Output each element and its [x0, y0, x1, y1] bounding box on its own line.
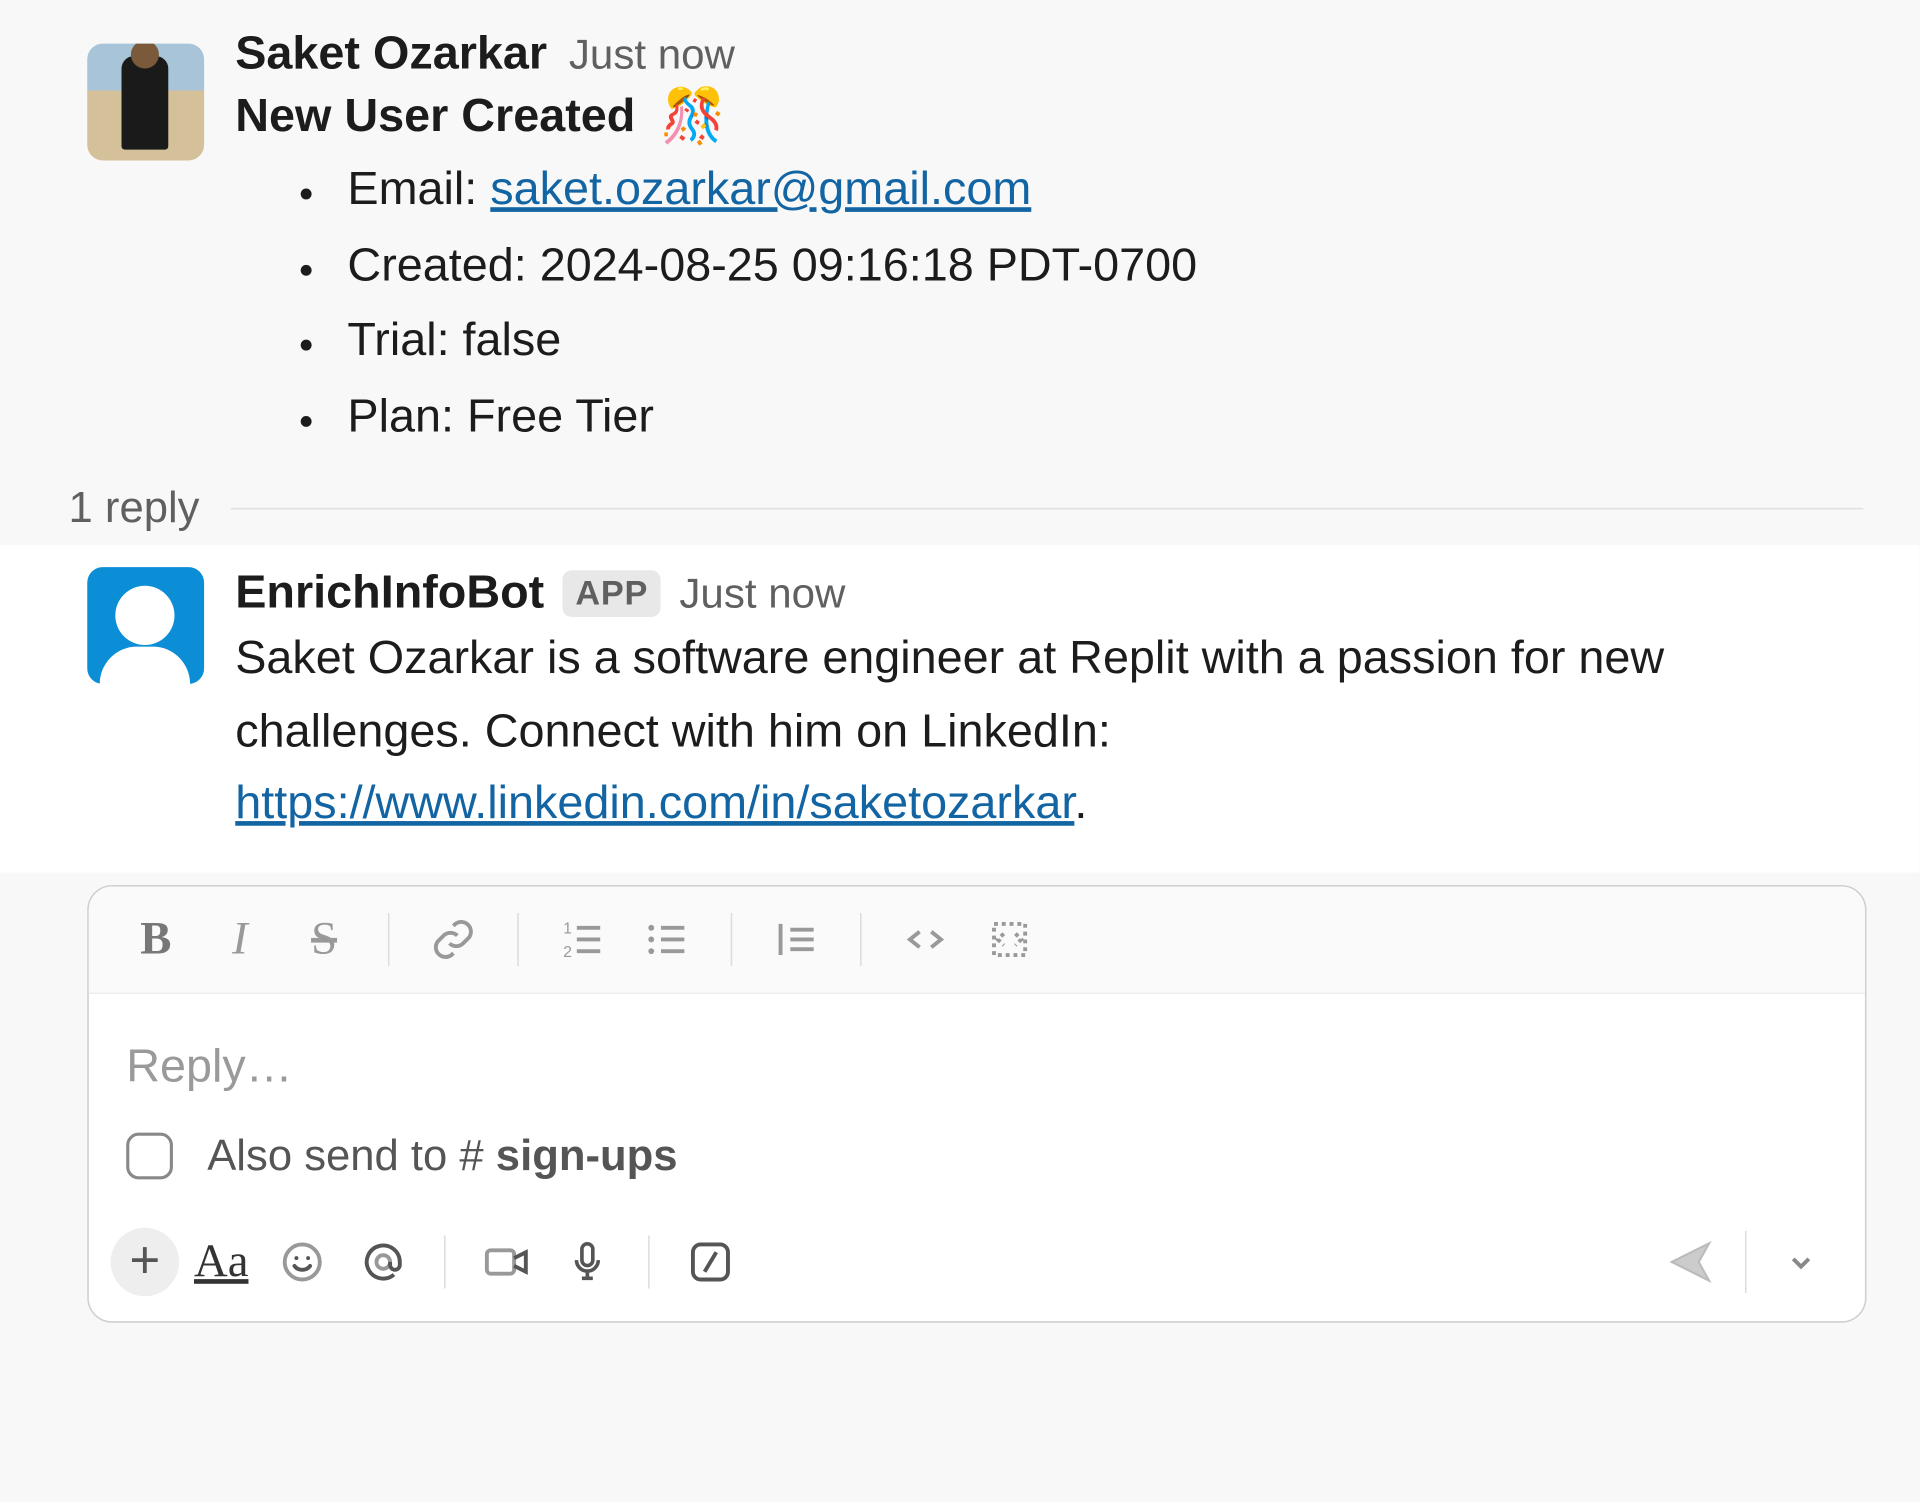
svg-text:1: 1 — [563, 920, 572, 937]
reply-body: Saket Ozarkar is a software engineer at … — [235, 624, 1866, 841]
list-item-trial: Trial: false — [332, 304, 1888, 380]
toolbar-separator — [1745, 1231, 1747, 1293]
blockquote-button[interactable] — [757, 902, 835, 977]
send-icon — [1666, 1237, 1716, 1287]
reply-composer: B I S 12 Repl — [87, 885, 1866, 1323]
bot-name[interactable]: EnrichInfoBot — [235, 568, 544, 621]
app-badge: APP — [563, 571, 661, 618]
video-icon — [480, 1238, 533, 1285]
bullet-list-button[interactable] — [628, 902, 706, 977]
reply-divider: 1 reply — [0, 471, 1919, 546]
reply-text-prefix: Saket Ozarkar is a software engineer at … — [235, 633, 1664, 757]
email-link[interactable]: saket.ozarkar@gmail.com — [490, 164, 1031, 215]
send-options-button[interactable] — [1762, 1224, 1840, 1299]
ordered-list-button[interactable]: 12 — [544, 902, 622, 977]
plan-label: Plan: — [347, 391, 467, 442]
formatting-toolbar: B I S 12 — [89, 886, 1865, 994]
link-button[interactable] — [414, 902, 492, 977]
created-label: Created: — [347, 239, 539, 290]
chevron-down-icon — [1782, 1243, 1819, 1280]
code-block-button[interactable] — [971, 902, 1049, 977]
code-block-icon — [986, 916, 1033, 963]
record-video-button[interactable] — [467, 1224, 545, 1299]
send-button[interactable] — [1651, 1224, 1729, 1299]
formatting-toggle-button[interactable]: Aa — [182, 1224, 260, 1299]
blockquote-icon — [773, 916, 820, 963]
composer-actions-toolbar: + Aa — [89, 1212, 1865, 1321]
slash-box-icon — [687, 1238, 734, 1285]
toolbar-separator — [444, 1235, 446, 1288]
email-label: Email: — [347, 164, 490, 215]
list-item-plan: Plan: Free Tier — [332, 380, 1888, 456]
linkedin-link[interactable]: https://www.linkedin.com/in/saketozarkar — [235, 778, 1074, 829]
bold-button[interactable]: B — [117, 902, 195, 977]
plan-value: Free Tier — [467, 391, 654, 442]
trial-label: Trial: — [347, 315, 462, 366]
also-send-checkbox[interactable] — [126, 1132, 173, 1179]
inline-code-button[interactable] — [887, 902, 965, 977]
message-title: New User Created — [235, 90, 635, 143]
emoji-icon — [279, 1238, 326, 1285]
thread-reply: EnrichInfoBot APP Just now Saket Ozarkar… — [0, 546, 1919, 872]
ordered-list-icon: 12 — [559, 916, 606, 963]
toolbar-separator — [648, 1235, 650, 1288]
plus-icon: + — [129, 1231, 160, 1292]
created-value: 2024-08-25 09:16:18 PDT-0700 — [540, 239, 1197, 290]
original-message: Saket Ozarkar Just now New User Created … — [0, 0, 1919, 471]
reply-timestamp[interactable]: Just now — [679, 570, 845, 618]
code-icon — [902, 916, 949, 963]
author-avatar[interactable] — [87, 44, 204, 161]
bullet-list-icon — [643, 916, 690, 963]
link-icon — [430, 916, 477, 963]
author-name[interactable]: Saket Ozarkar — [235, 28, 547, 81]
emoji-picker-button[interactable] — [263, 1224, 341, 1299]
toolbar-separator — [388, 913, 390, 966]
microphone-icon — [566, 1238, 610, 1285]
record-audio-button[interactable] — [548, 1224, 626, 1299]
mention-button[interactable] — [344, 1224, 422, 1299]
also-send-label[interactable]: Also send to # sign-ups — [207, 1131, 677, 1181]
attach-button[interactable]: + — [111, 1228, 180, 1297]
shortcuts-button[interactable] — [671, 1224, 749, 1299]
toolbar-separator — [731, 913, 733, 966]
list-item-email: Email: saket.ozarkar@gmail.com — [332, 153, 1888, 229]
reply-input[interactable]: Reply… — [89, 994, 1865, 1125]
toolbar-separator — [860, 913, 862, 966]
toolbar-separator — [517, 913, 519, 966]
divider-line — [231, 508, 1864, 510]
strikethrough-button[interactable]: S — [285, 902, 363, 977]
confetti-emoji-icon: 🎊 — [660, 90, 726, 143]
reply-text-suffix: . — [1074, 778, 1087, 829]
list-item-created: Created: 2024-08-25 09:16:18 PDT-0700 — [332, 228, 1888, 304]
message-timestamp[interactable]: Just now — [569, 31, 735, 79]
bot-avatar[interactable] — [87, 568, 204, 685]
trial-value: false — [463, 315, 562, 366]
italic-button[interactable]: I — [201, 902, 279, 977]
svg-text:2: 2 — [563, 944, 572, 961]
at-sign-icon — [360, 1238, 407, 1285]
reply-count: 1 reply — [69, 484, 200, 534]
message-details-list: Email: saket.ozarkar@gmail.com Created: … — [235, 153, 1888, 456]
